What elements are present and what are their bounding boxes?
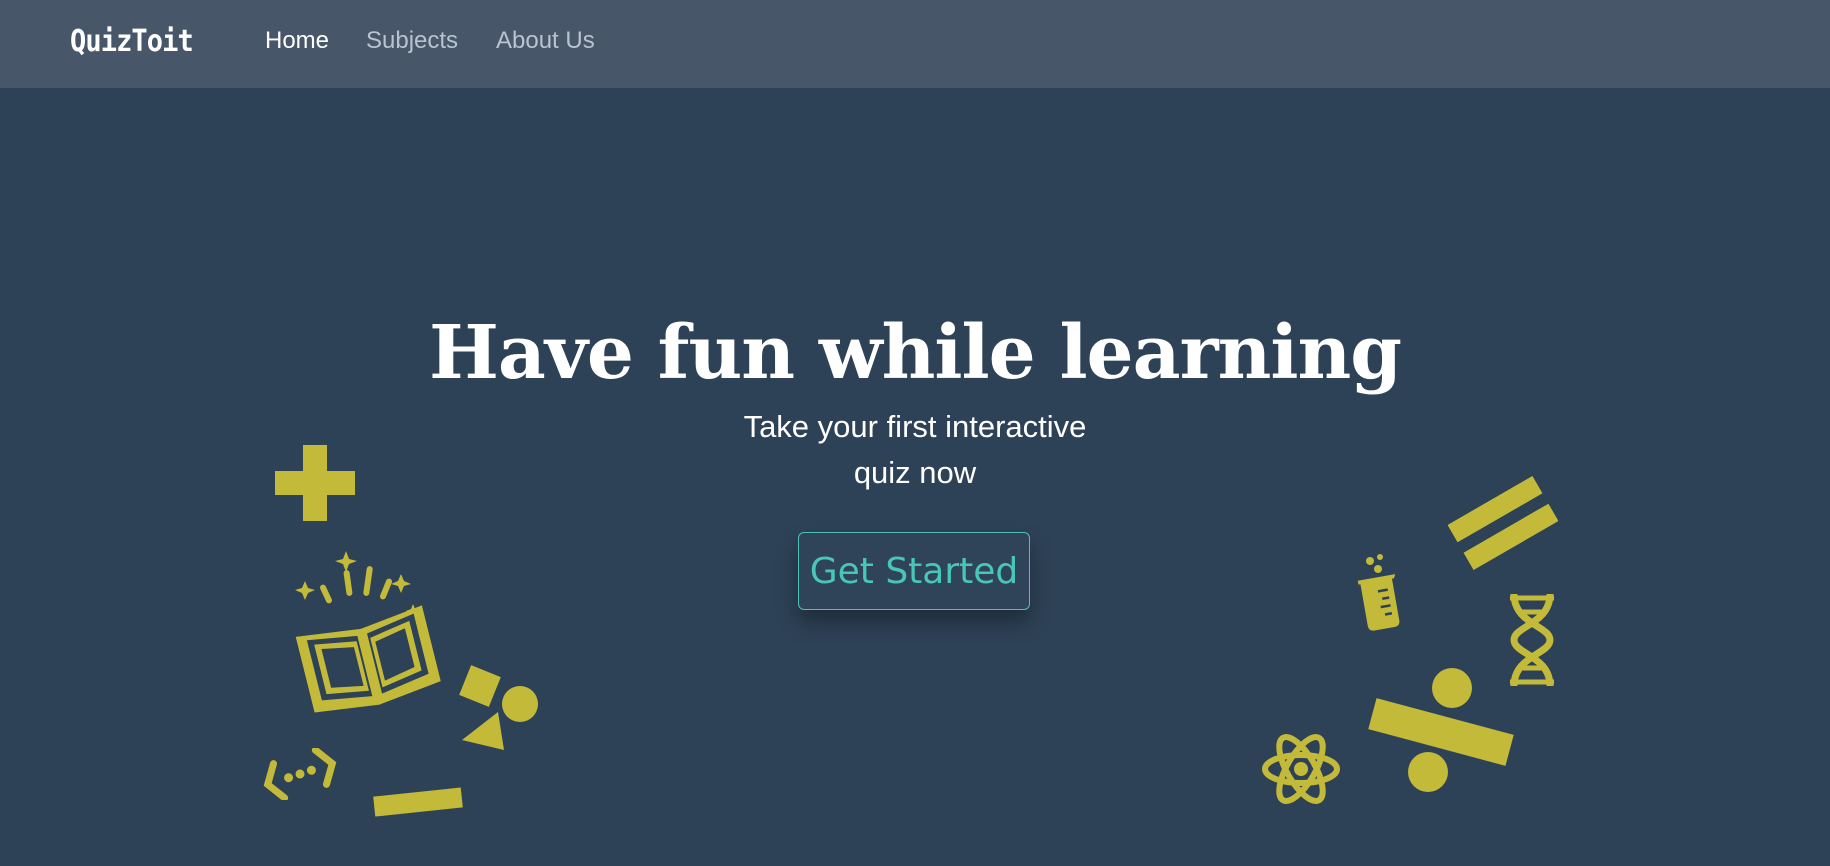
code-brackets-icon	[263, 748, 337, 800]
beaker-icon	[1357, 554, 1400, 631]
nav-link-home[interactable]: Home	[265, 27, 329, 55]
minus-icon	[373, 787, 463, 817]
shapes-icon	[459, 665, 538, 750]
plus-icon	[275, 445, 355, 521]
divide-icon	[1368, 668, 1514, 792]
brand-logo[interactable]: QuizToit	[70, 24, 194, 59]
hero-subtitle-line1: Take your first interactive	[743, 409, 1087, 444]
hero-title: Have fun while learning	[428, 310, 1402, 396]
nav-link-subjects[interactable]: Subjects	[366, 27, 458, 55]
navbar: QuizToit Home Subjects About Us	[0, 0, 1830, 88]
equals-icon	[1448, 475, 1558, 571]
nav-link-about-us[interactable]: About Us	[496, 27, 595, 55]
atom-icon	[1262, 734, 1340, 804]
get-started-button[interactable]: Get Started	[798, 532, 1030, 610]
open-book-icon	[295, 551, 441, 713]
